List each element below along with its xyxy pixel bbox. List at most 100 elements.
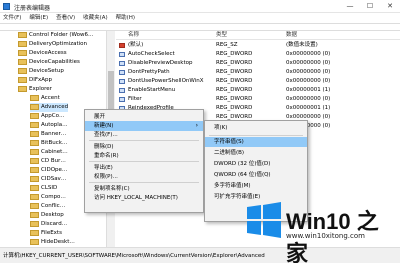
tree-item-label: CD Bur…	[41, 158, 66, 164]
column-name[interactable]: 名称	[128, 31, 139, 40]
tree-item[interactable]: Advanced	[30, 103, 69, 112]
tree-item[interactable]: Discard…	[30, 220, 67, 229]
window-title: 注册表编辑器	[14, 5, 51, 12]
folder-icon	[30, 211, 39, 218]
tree-item-label: Banner…	[41, 131, 67, 137]
tree-item[interactable]: CD Bur…	[30, 157, 66, 166]
value-name: DontUsePowerShellOnWinX	[128, 78, 204, 84]
tree-item[interactable]: DIFxApp	[18, 76, 52, 85]
value-row[interactable]: DontPrettyPath REG_DWORD 0x00000000 (0)	[116, 68, 400, 77]
folder-icon	[30, 184, 39, 191]
tree-item-label: Conflic…	[41, 203, 66, 209]
dword-value-icon	[119, 52, 125, 57]
context-menu-item[interactable]: 重命名(R)	[85, 151, 203, 161]
minimize-button[interactable]: —	[340, 0, 360, 13]
folder-icon	[30, 166, 39, 173]
watermark: Win10 之家 www.win10xitong.com	[246, 200, 396, 263]
dword-value-icon	[119, 70, 125, 75]
tree-item[interactable]: Compo…	[30, 193, 66, 202]
folder-icon	[18, 76, 27, 83]
menu-edit[interactable]: 编辑(E)	[26, 13, 51, 23]
tree-item[interactable]: Control Folder (Wow6…	[18, 31, 94, 40]
column-data[interactable]: 数据	[286, 31, 297, 40]
watermark-url: www.win10xitong.com	[286, 232, 365, 240]
menu-help[interactable]: 帮助(H)	[113, 13, 138, 23]
context-menu-item[interactable]: 权限(P)...	[85, 172, 203, 182]
tree-item[interactable]: Cabinet…	[30, 148, 68, 157]
context-menu-item-label: 访问 HKEY_LOCAL_MACHINE(T)	[94, 195, 178, 201]
column-type[interactable]: 类型	[216, 31, 227, 40]
value-row[interactable]: Filter REG_DWORD 0x00000000 (0)	[116, 95, 400, 104]
value-row[interactable]: DisablePreviewDesktop REG_DWORD 0x00000000…	[116, 59, 400, 68]
close-button[interactable]: ✕	[380, 0, 400, 13]
folder-icon	[30, 157, 39, 164]
dword-value-icon	[119, 79, 125, 84]
submenu-item[interactable]: 二进制值(B)	[205, 148, 307, 158]
context-menu-item-label: 重命名(R)	[94, 153, 119, 159]
value-data: 0x00000000 (0)	[286, 96, 331, 102]
tree-item[interactable]: DeliveryOptimization	[18, 40, 87, 49]
tree-item-label: HideDeskt…	[41, 239, 75, 245]
tree-item[interactable]: Accent	[30, 94, 60, 103]
maximize-button[interactable]: ☐	[360, 0, 380, 13]
tree-item-label: Control Folder (Wow6…	[29, 32, 94, 38]
tree-item[interactable]: Desktop	[30, 211, 64, 220]
tree-item-label: Desktop	[41, 212, 64, 218]
tree-item[interactable]: CIDOpe…	[30, 166, 67, 175]
windows-logo-icon	[247, 202, 281, 238]
tree-item[interactable]: HideDeskt…	[30, 238, 75, 247]
tree-item[interactable]: Conflic…	[30, 202, 65, 211]
value-row[interactable]: AutoCheckSelect REG_DWORD 0x00000000 (0)	[116, 50, 400, 59]
submenu-item[interactable]: 字符串值(S)	[205, 137, 307, 147]
tree-item[interactable]: Autopla…	[30, 121, 68, 130]
value-type: REG_DWORD	[216, 78, 253, 84]
context-menu-item[interactable]: 访问 HKEY_LOCAL_MACHINE(T)	[85, 193, 203, 203]
menu-bar: 文件(F) 编辑(E) 查看(V) 收藏夹(A) 帮助(H)	[0, 13, 400, 23]
tree-item[interactable]: Banner…	[30, 130, 66, 139]
tree-item[interactable]: BitBuck…	[30, 139, 67, 148]
tree-item-label: BitBuck…	[41, 140, 68, 146]
menu-favorites[interactable]: 收藏夹(A)	[80, 13, 111, 23]
menu-view[interactable]: 查看(V)	[53, 13, 78, 23]
address-bar[interactable]	[0, 23, 400, 31]
value-type: REG_DWORD	[216, 105, 253, 111]
folder-icon	[30, 121, 39, 128]
value-row[interactable]: (默认) REG_SZ (数值未设置)	[116, 41, 400, 50]
context-menu-item-label: 查找(F)...	[94, 132, 118, 138]
tree-item-label: DeviceSetup	[29, 68, 64, 74]
tree-item[interactable]: DeviceAccess	[18, 49, 67, 58]
tree-item[interactable]: AppCo…	[30, 112, 64, 121]
tree-item-label: Explorer	[29, 86, 52, 92]
tree-item[interactable]: CIDSav…	[30, 175, 66, 184]
folder-icon	[30, 193, 39, 200]
tree-item[interactable]: DeviceCapabilities	[18, 58, 80, 67]
menu-separator	[89, 182, 199, 183]
tree-item-label: DeliveryOptimization	[29, 41, 88, 47]
tree-item-label: FileExts	[41, 230, 62, 236]
context-menu-item-label: 删除(D)	[94, 144, 114, 150]
value-data: 0x00000000 (0)	[286, 60, 331, 66]
submenu-item[interactable]: 多字符串值(M)	[205, 181, 307, 191]
folder-icon	[30, 220, 39, 227]
tree-item[interactable]: DeviceSetup	[18, 67, 64, 76]
tree-item[interactable]: FileExts	[30, 229, 62, 238]
context-menu: 展开 新建(N) › 查找(F)... 删除(D) 重命名(R) 导出(E) 权限(P)...…	[84, 109, 204, 213]
tree-item[interactable]: Explorer	[18, 85, 52, 94]
submenu-item[interactable]: 项(K)	[205, 123, 307, 133]
menu-file[interactable]: 文件(F)	[0, 13, 24, 23]
context-menu-item-label: 复制项名称(C)	[94, 186, 130, 192]
context-menu-item-label: 新建(N)	[94, 123, 114, 129]
value-row[interactable]: DontUsePowerShellOnWinX REG_DWORD 0x000000…	[116, 77, 400, 86]
value-name: AutoCheckSelect	[128, 51, 175, 57]
context-menu-item-label: 展开	[94, 114, 106, 120]
folder-icon	[30, 103, 39, 110]
context-menu-item[interactable]: 查找(F)...	[85, 130, 203, 140]
value-row[interactable]: EnableStartMenu REG_DWORD 0x00000001 (1)	[116, 86, 400, 95]
submenu-item[interactable]: QWORD (64 位)值(Q)	[205, 170, 307, 180]
tree-item[interactable]: CLSID	[30, 184, 57, 193]
tree-item-label: Advanced	[41, 104, 69, 110]
context-menu-item-label: 导出(E)	[94, 165, 113, 171]
menu-separator	[209, 135, 303, 136]
submenu-item[interactable]: DWORD (32 位)值(D)	[205, 159, 307, 169]
menu-separator	[89, 140, 199, 141]
